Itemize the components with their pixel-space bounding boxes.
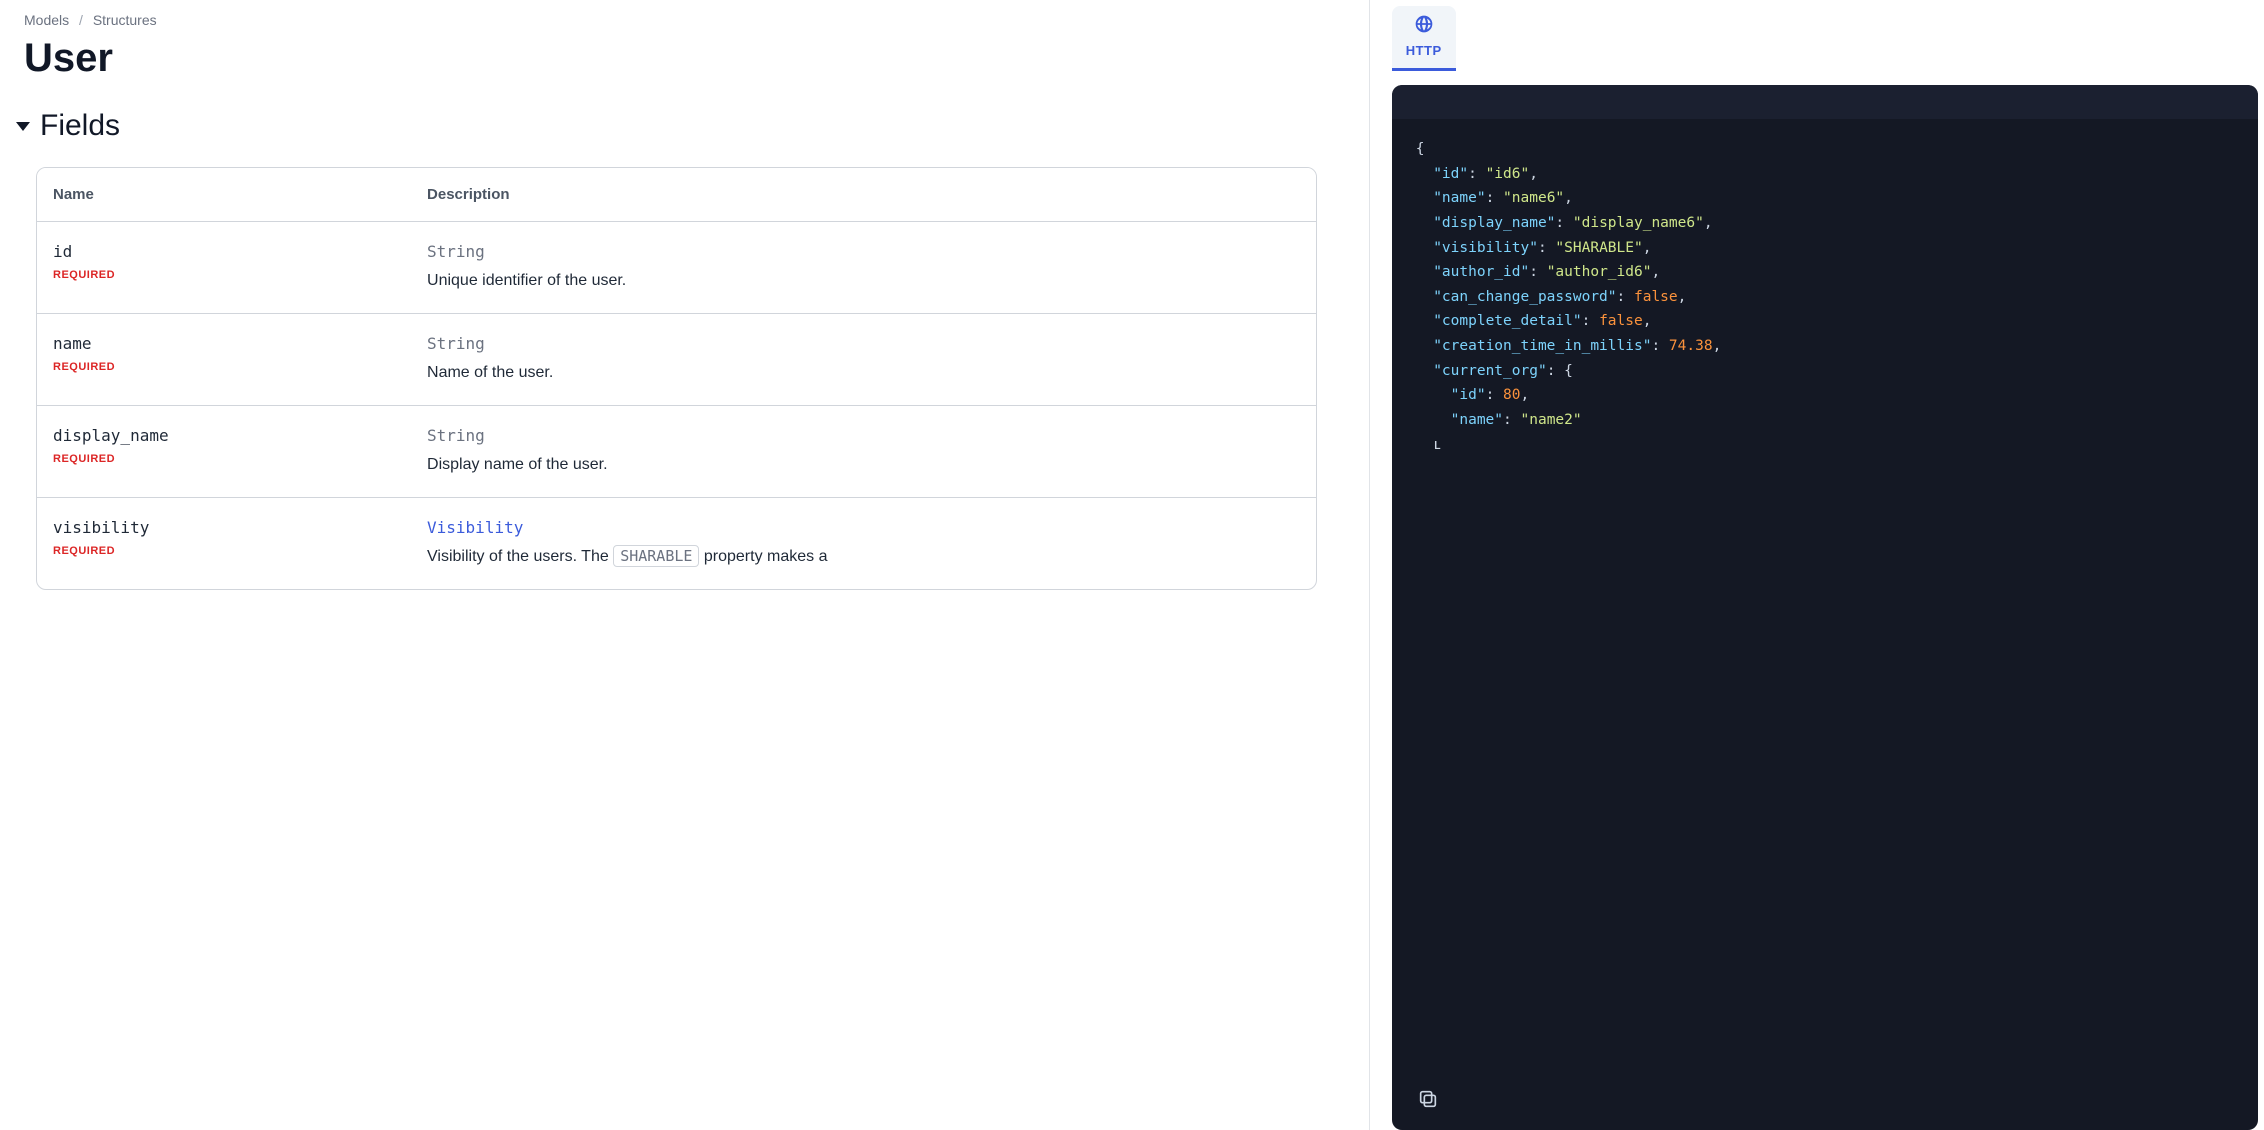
required-badge: REQUIRED bbox=[53, 361, 427, 373]
field-type: String bbox=[427, 242, 1300, 261]
table-row: visibility REQUIREDVisibility Visibility o… bbox=[37, 498, 1316, 589]
field-name: visibility bbox=[53, 518, 427, 537]
tab-label: HTTP bbox=[1406, 43, 1442, 58]
code-block: { "id": "id6", "name": "name6", "display… bbox=[1392, 119, 2258, 497]
tab-http[interactable]: HTTP bbox=[1392, 6, 1456, 71]
table-row: id REQUIREDString Unique identifier of the… bbox=[37, 222, 1316, 314]
main-content: Models / Structures User Fields Name Des… bbox=[0, 0, 1370, 1130]
field-description: Visibility of the users. The SHARABLE pr… bbox=[427, 545, 1300, 569]
required-badge: REQUIRED bbox=[53, 545, 427, 557]
page-title: User bbox=[24, 36, 1345, 81]
col-header-description: Description bbox=[427, 186, 1300, 203]
field-description: Unique identifier of the user. bbox=[427, 269, 1300, 293]
table-row: name REQUIREDString Name of the user. bbox=[37, 314, 1316, 406]
section-title: Fields bbox=[40, 109, 120, 143]
copy-icon bbox=[1417, 1088, 1439, 1110]
breadcrumb-sep: / bbox=[79, 12, 83, 28]
inline-code: SHARABLE bbox=[613, 545, 699, 567]
breadcrumb-link-models[interactable]: Models bbox=[24, 12, 69, 28]
breadcrumb-link-structures[interactable]: Structures bbox=[93, 12, 157, 28]
field-type: String bbox=[427, 426, 1300, 445]
globe-icon bbox=[1414, 14, 1434, 39]
code-panel: HTTP { "id": "id6", "name": "name6", "di… bbox=[1370, 0, 2264, 1130]
field-type: String bbox=[427, 334, 1300, 353]
required-badge: REQUIRED bbox=[53, 453, 427, 465]
caret-down-icon bbox=[16, 122, 30, 131]
required-badge: REQUIRED bbox=[53, 269, 427, 281]
code-card-header bbox=[1392, 85, 2258, 119]
field-type[interactable]: Visibility bbox=[427, 518, 1300, 537]
table-header: Name Description bbox=[37, 168, 1316, 222]
tabs: HTTP bbox=[1392, 6, 2264, 71]
col-header-name: Name bbox=[53, 186, 427, 203]
table-row: display_name REQUIREDString Display name o… bbox=[37, 406, 1316, 498]
field-name: display_name bbox=[53, 426, 427, 445]
field-description: Display name of the user. bbox=[427, 453, 1300, 477]
breadcrumb: Models / Structures bbox=[24, 12, 1345, 28]
code-card: { "id": "id6", "name": "name6", "display… bbox=[1392, 85, 2258, 1130]
section-header-fields[interactable]: Fields bbox=[16, 109, 1345, 143]
field-description: Name of the user. bbox=[427, 361, 1300, 385]
fields-table: Name Description idREQUIREDStringUnique … bbox=[36, 167, 1317, 590]
copy-button[interactable] bbox=[1416, 1088, 1440, 1112]
field-name: name bbox=[53, 334, 427, 353]
field-name: id bbox=[53, 242, 427, 261]
